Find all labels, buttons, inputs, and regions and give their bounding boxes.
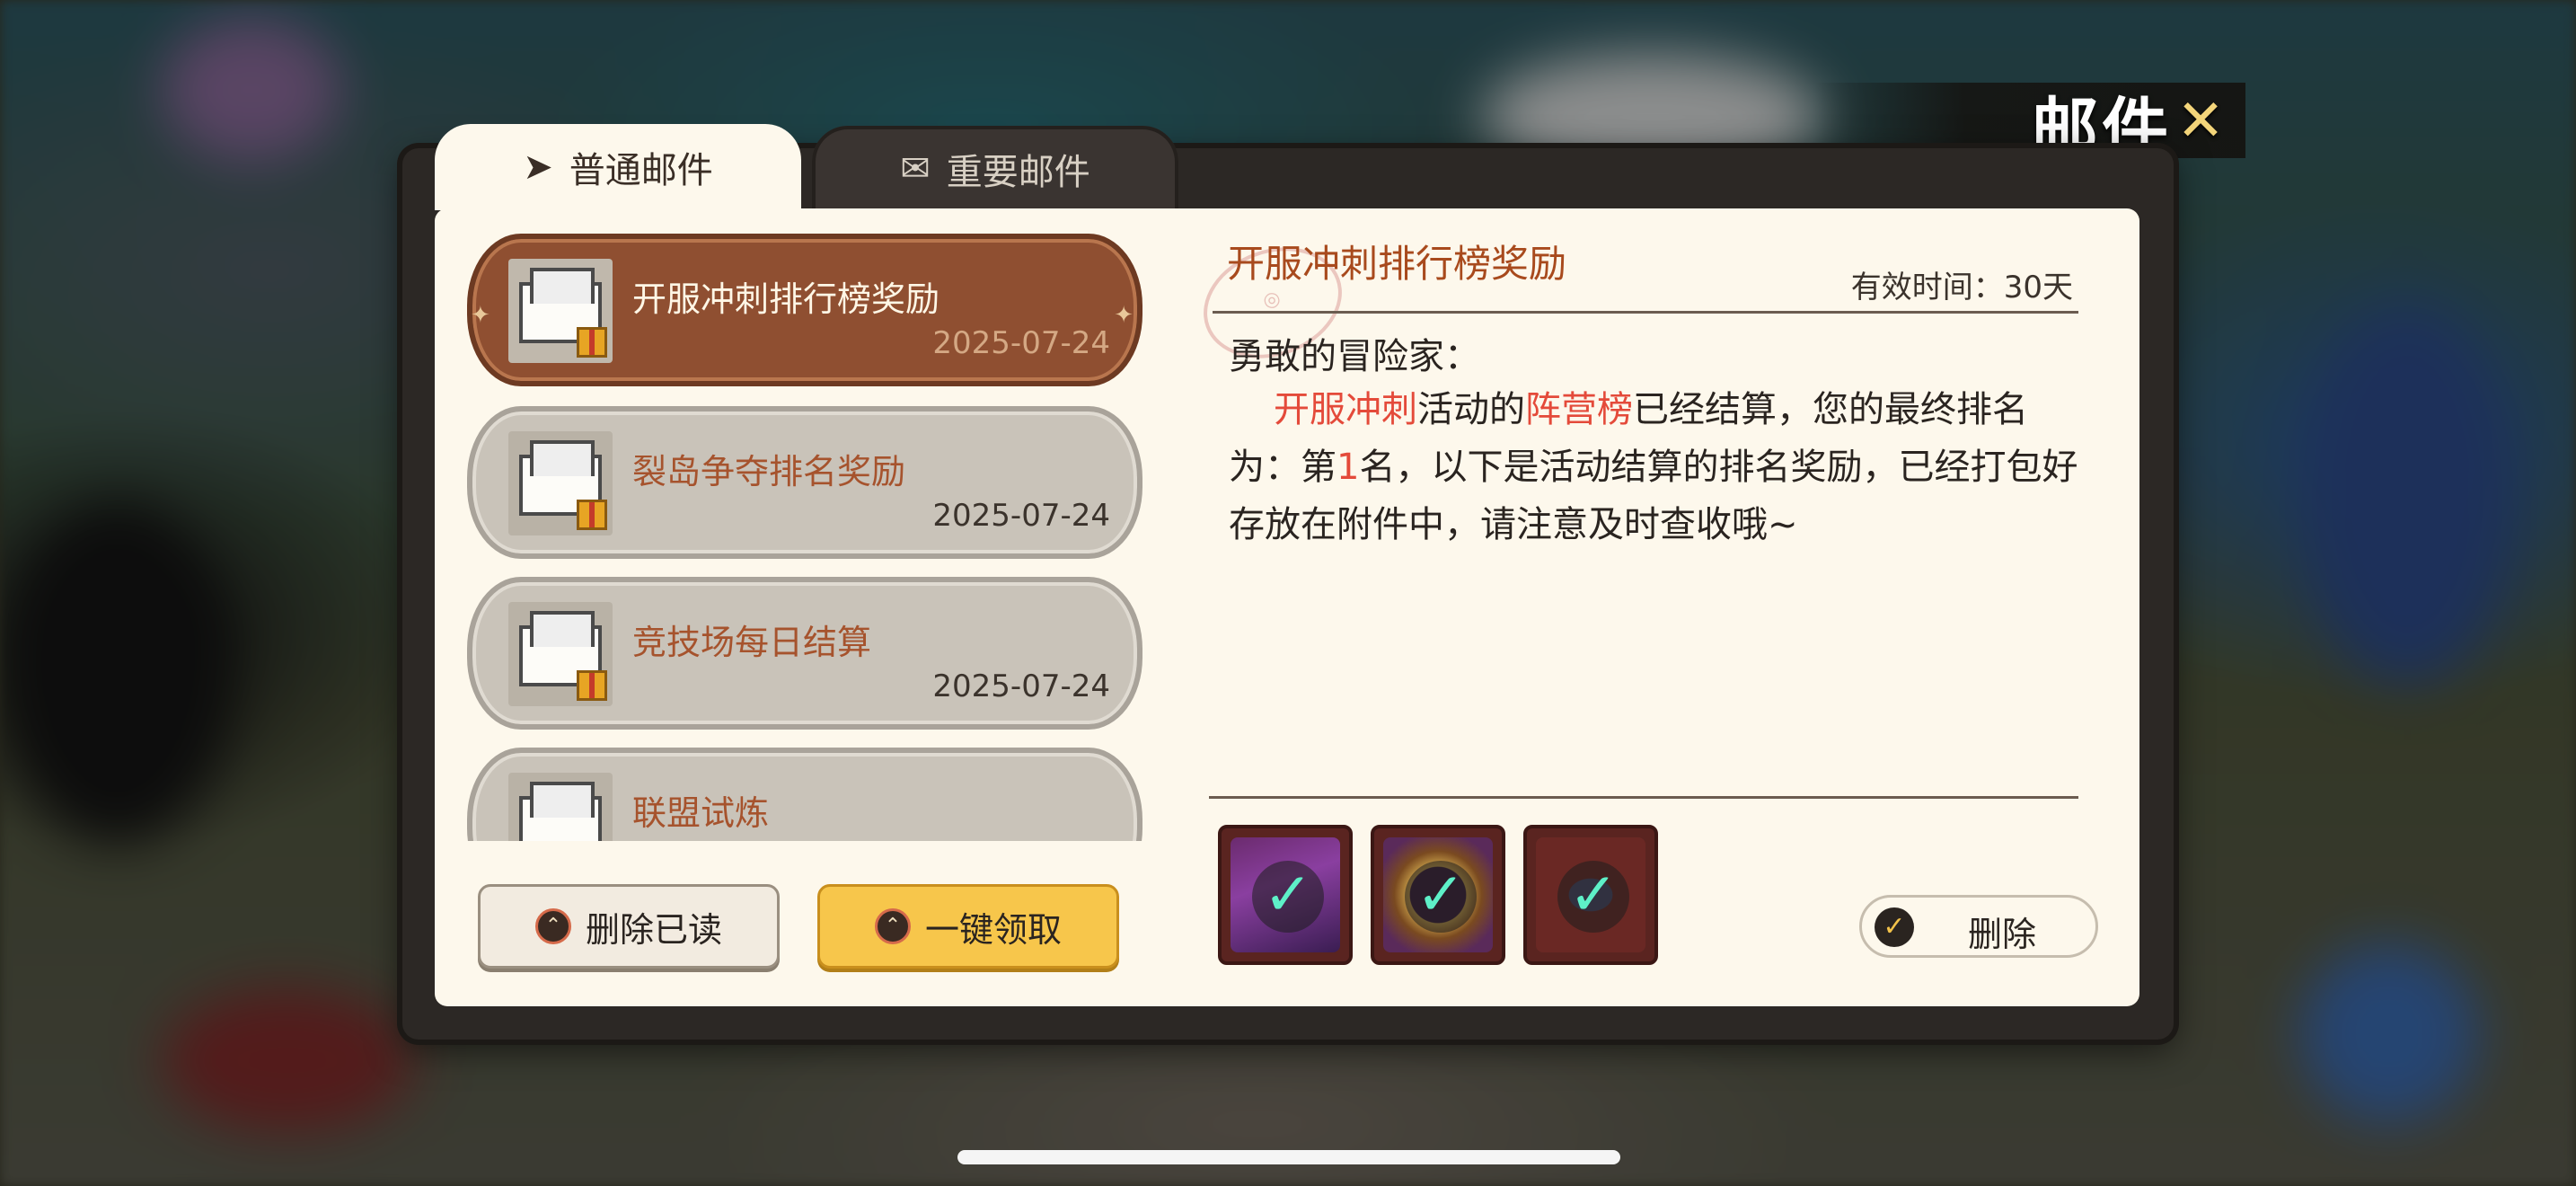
chevron-up-icon: ⌃ [534, 908, 571, 944]
mail-item[interactable]: 竞技场每日结算 2025-07-24 [467, 577, 1142, 730]
detail-title: 开服冲刺排行榜奖励 [1227, 242, 1567, 286]
chevron-up-icon: ⌃ [874, 908, 911, 944]
claim-all-button[interactable]: ⌃ 一键领取 [817, 884, 1119, 969]
tab-label: 重要邮件 [946, 152, 1090, 193]
delete-read-button[interactable]: ⌃ 删除已读 [478, 884, 780, 969]
mail-gift-icon [508, 773, 613, 841]
button-label: 删除 [1968, 915, 2037, 954]
check-circle-icon: ✓ [1875, 907, 1914, 947]
tab-label: 普通邮件 [569, 150, 713, 191]
checkmark-icon: ✓ [1557, 861, 1629, 933]
mail-title: 竞技场每日结算 [632, 623, 872, 662]
body-text: 活动的 [1417, 389, 1525, 430]
divider [1213, 311, 2078, 314]
tab-normal-mail[interactable]: ➤ 普通邮件 [435, 124, 801, 210]
mail-item[interactable]: 裂岛争夺排名奖励 2025-07-24 [467, 406, 1142, 559]
divider [1209, 796, 2078, 799]
event-name: 开服冲刺 [1274, 389, 1417, 430]
checkmark-icon: ✓ [1252, 861, 1324, 933]
valid-time: 有效时间：30天 [1850, 270, 2073, 305]
button-label: 一键领取 [924, 909, 1062, 950]
button-label: 删除已读 [585, 909, 722, 950]
mail-date: 2025-07-24 [932, 325, 1110, 361]
sparkle-icon: ✦ [1114, 302, 1134, 329]
attachment-item[interactable]: ✓ [1371, 825, 1505, 965]
paper-plane-icon: ➤ [523, 146, 553, 188]
tab-important-mail[interactable]: ✉ 重要邮件 [812, 126, 1178, 212]
board-name: 阵营榜 [1525, 389, 1633, 430]
mail-date: 2025-07-24 [932, 498, 1110, 534]
envelope-icon: ✉ [900, 148, 931, 190]
sparkle-icon: ✦ [471, 302, 490, 329]
mail-item[interactable]: 联盟试炼 2025-07-24 [467, 748, 1142, 841]
mail-title: 联盟试炼 [632, 793, 770, 833]
home-indicator[interactable] [957, 1150, 1620, 1164]
greeting: 勇敢的冒险家： [1229, 336, 1480, 377]
mail-gift-icon [508, 259, 613, 363]
mail-title: 开服冲刺排行榜奖励 [632, 279, 940, 319]
mail-title: 裂岛争夺排名奖励 [632, 452, 906, 491]
attachment-item[interactable]: ✓ [1523, 825, 1658, 965]
mail-gift-icon [508, 431, 613, 535]
mail-list[interactable]: ✦ ✦ 开服冲刺排行榜奖励 2025-07-24 裂岛争夺排名奖励 2025-0… [467, 234, 1142, 841]
mail-gift-icon [508, 602, 613, 706]
mail-item-selected[interactable]: ✦ ✦ 开服冲刺排行榜奖励 2025-07-24 [467, 234, 1142, 386]
mail-date: 2025-07-24 [932, 668, 1110, 704]
rank-value: 1 [1337, 447, 1360, 488]
delete-button[interactable]: ✓ 删除 [1859, 895, 2098, 958]
mail-date: 2025-07-24 [932, 839, 1110, 841]
close-icon[interactable]: ✕ [2174, 93, 2228, 150]
mail-body: 开服冲刺活动的阵营榜已经结算，您的最终排名为：第1名，以下是活动结算的排名奖励，… [1229, 381, 2082, 553]
attachment-item[interactable]: ✓ [1218, 825, 1353, 965]
checkmark-icon: ✓ [1405, 861, 1477, 933]
